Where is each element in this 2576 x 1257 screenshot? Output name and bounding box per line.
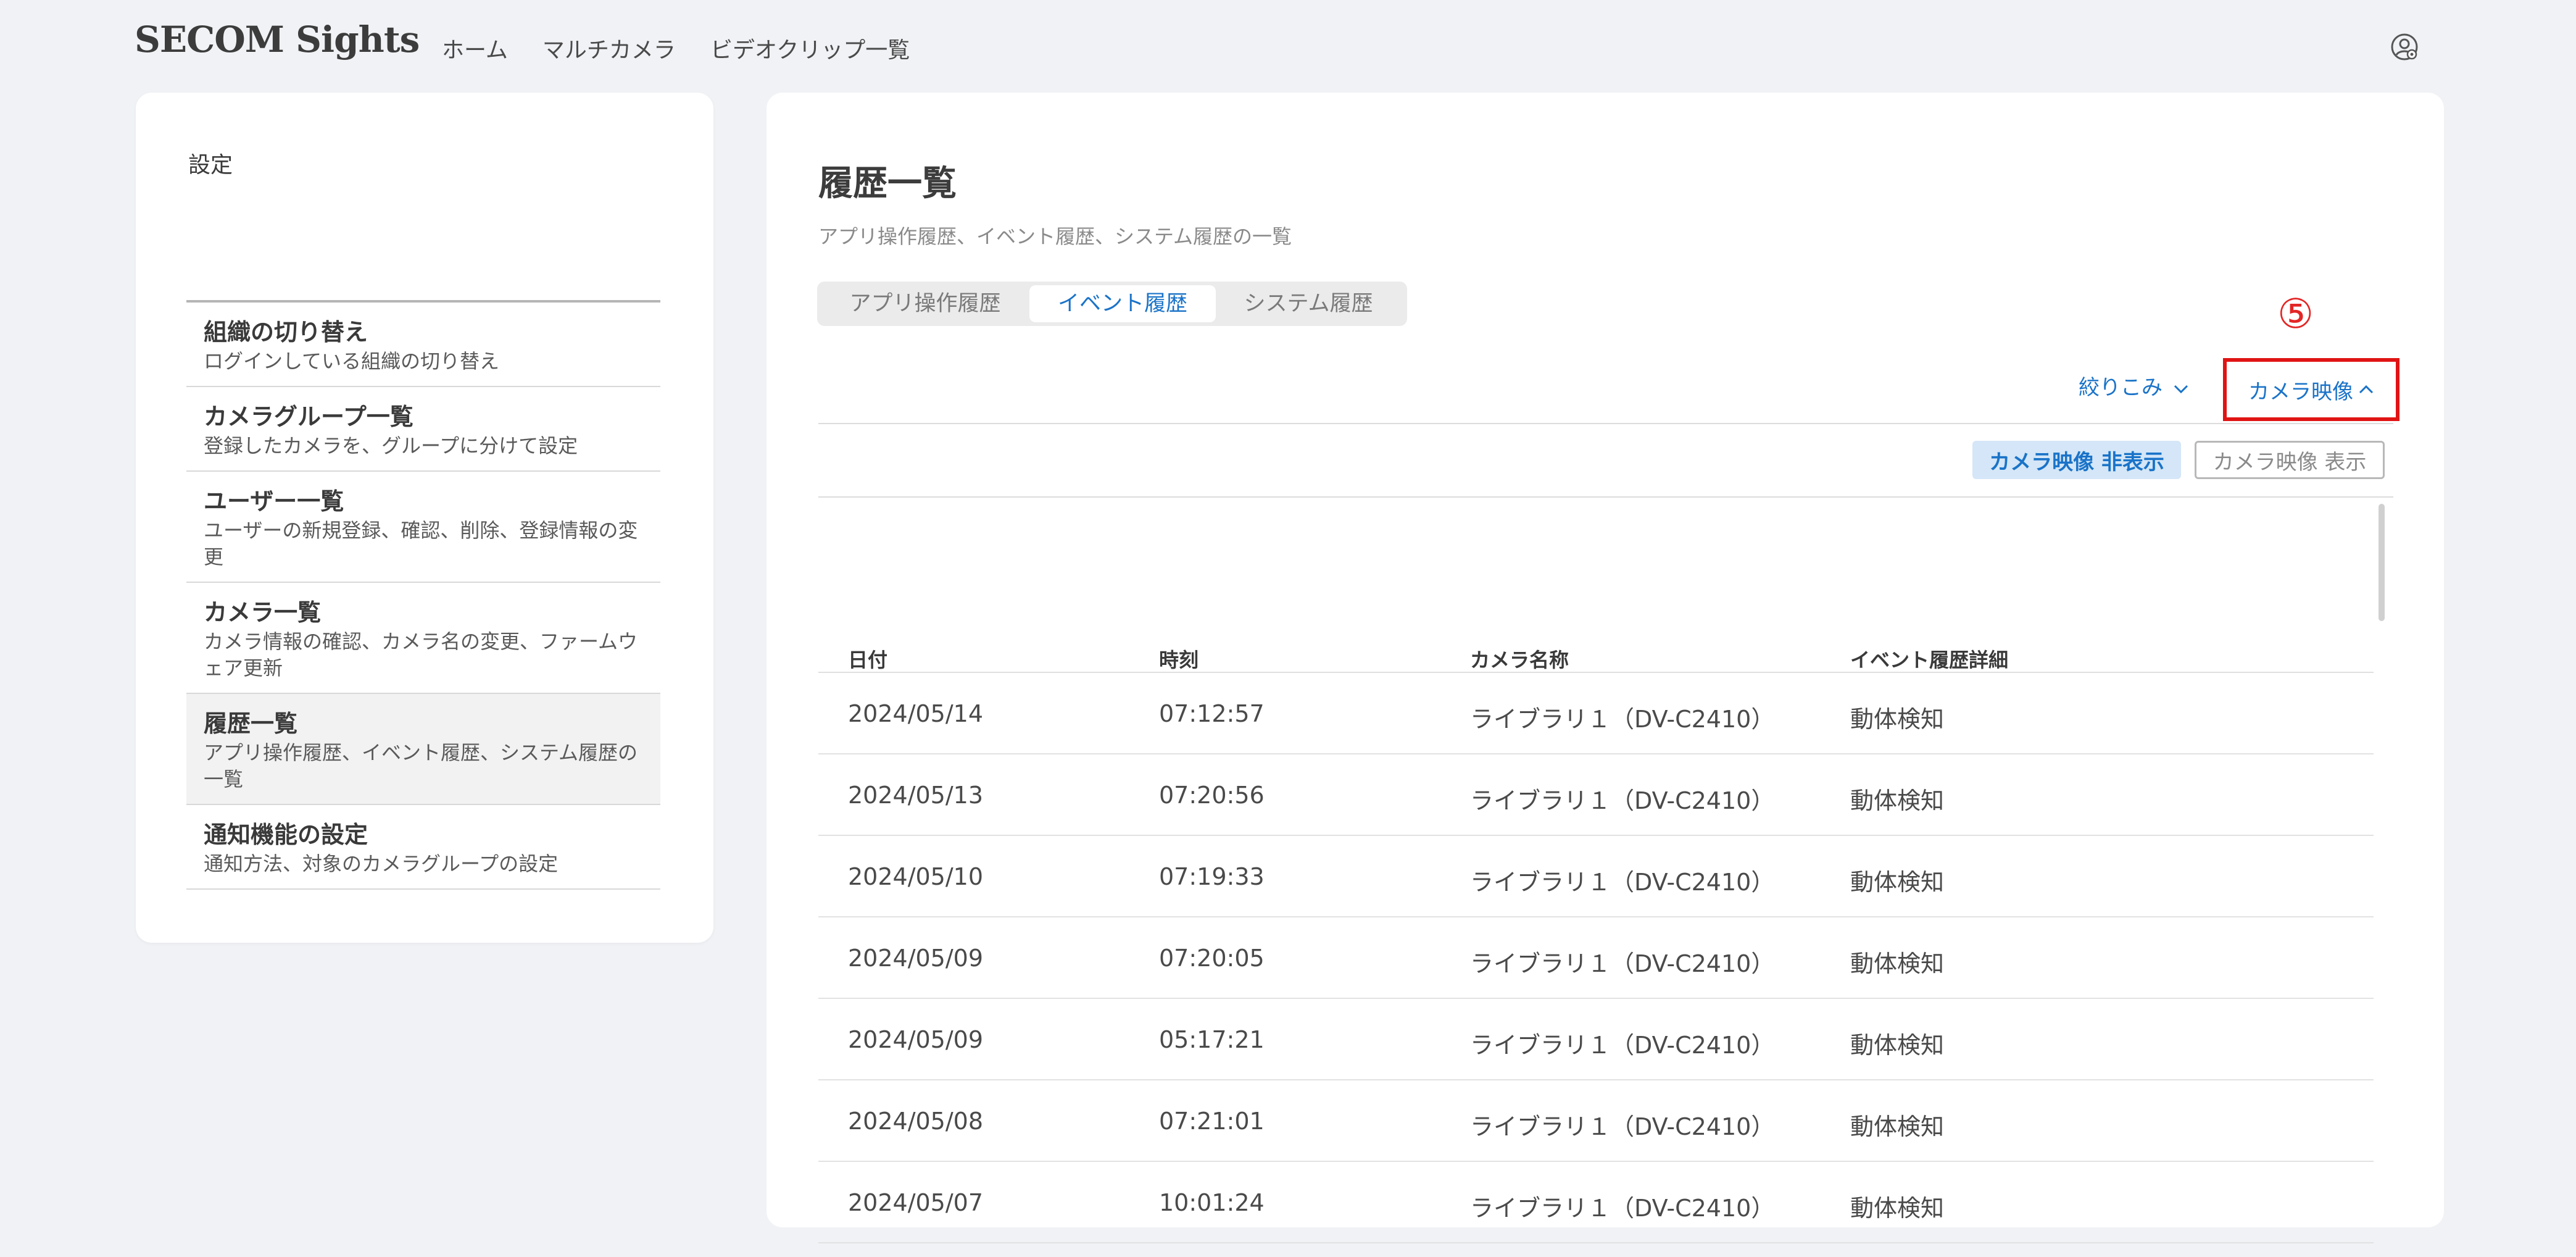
table-row[interactable]: 2024/05/09 05:17:21 ライブラリ１（DV-C2410） 動体検… [818,999,2374,1080]
cell-camera-name: ライブラリ１（DV-C2410） [1470,1032,1775,1059]
column-header-event-detail: イベント履歴詳細 [1850,648,2009,672]
table-header: 日付 時刻 カメラ名称 イベント履歴詳細 [818,636,2374,673]
sidebar-item-cameras[interactable]: カメラ一覧 カメラ情報の確認、カメラ名の変更、ファームウェア更新 [186,583,660,694]
cell-time: 07:12:57 [1159,700,1265,727]
page-subtitle: アプリ操作履歴、イベント履歴、システム履歴の一覧 [818,225,1292,248]
settings-sidebar: 設定 組織の切り替え ログインしている組織の切り替え カメラグループ一覧 登録し… [136,93,713,943]
sidebar-item-notifications[interactable]: 通知機能の設定 通知方法、対象のカメラグループの設定 [186,805,660,890]
sidebar-item-desc: ログインしている組織の切り替え [204,349,500,373]
tab-system-history[interactable]: システム履歴 [1216,285,1401,322]
tab-event-history[interactable]: イベント履歴 [1029,285,1216,322]
table-row[interactable]: 2024/05/08 07:21:01 ライブラリ１（DV-C2410） 動体検… [818,1080,2374,1162]
history-panel: 履歴一覧 アプリ操作履歴、イベント履歴、システム履歴の一覧 アプリ操作履歴 イベ… [767,93,2444,1243]
cell-event-detail: 動体検知 [1850,1195,1945,1222]
cell-date: 2024/05/09 [848,1026,984,1053]
page-title: 履歴一覧 [818,164,957,204]
sidebar-item-title: 組織の切り替え [204,319,368,346]
tab-app-operation-history[interactable]: アプリ操作履歴 [821,285,1029,322]
cell-date: 2024/05/08 [848,1108,984,1135]
sidebar-item-title: 履歴一覧 [204,710,298,737]
cell-time: 07:20:56 [1159,782,1265,809]
cell-camera-name: ライブラリ１（DV-C2410） [1470,706,1775,733]
user-settings-icon[interactable] [2388,31,2420,63]
annotation-number: ⑤ [2277,290,2314,338]
table-row[interactable]: 2024/05/10 07:19:33 ライブラリ１（DV-C2410） 動体検… [818,836,2374,917]
top-bar: SECOM Sights ホーム マルチカメラ ビデオクリップ一覧 [0,0,2576,93]
app-logo[interactable]: SECOM Sights [135,19,420,61]
cell-time: 10:01:24 [1159,1189,1265,1216]
sidebar-item-desc: カメラ情報の確認、カメラ名の変更、ファームウェア更新 [204,630,638,680]
main-nav: ホーム マルチカメラ ビデオクリップ一覧 [442,32,910,64]
table-row[interactable]: 2024/05/09 07:20:05 ライブラリ１（DV-C2410） 動体検… [818,917,2374,999]
cell-time: 07:21:01 [1159,1108,1265,1135]
cell-date: 2024/05/10 [848,863,984,890]
sidebar-item-camera-groups[interactable]: カメラグループ一覧 登録したカメラを、グループに分けて設定 [186,387,660,472]
cell-event-detail: 動体検知 [1850,1032,1945,1059]
sidebar-menu: 組織の切り替え ログインしている組織の切り替え カメラグループ一覧 登録したカメ… [186,300,660,890]
table-row[interactable]: 2024/05/13 07:20:56 ライブラリ１（DV-C2410） 動体検… [818,754,2374,836]
filter-button[interactable]: 絞りこみ [2079,370,2189,401]
camera-view-toggle[interactable]: カメラ映像 [2223,358,2399,421]
table-row[interactable]: 2024/05/14 07:12:57 ライブラリ１（DV-C2410） 動体検… [818,673,2374,754]
sidebar-item-history[interactable]: 履歴一覧 アプリ操作履歴、イベント履歴、システム履歴の一覧 [186,694,660,805]
sidebar-item-desc: アプリ操作履歴、イベント履歴、システム履歴の一覧 [204,741,638,791]
table-row[interactable]: 2024/05/07 10:01:24 ライブラリ１（DV-C2410） 動体検… [818,1162,2374,1243]
cell-date: 2024/05/13 [848,782,984,809]
cell-event-detail: 動体検知 [1850,1113,1945,1140]
chevron-down-icon [2174,385,2188,393]
scroll-thumb[interactable] [2379,504,2385,621]
cell-event-detail: 動体検知 [1850,950,1945,977]
nav-multi-camera[interactable]: マルチカメラ [542,32,676,64]
column-header-time: 時刻 [1159,648,1199,672]
nav-home[interactable]: ホーム [442,32,508,64]
sidebar-item-users[interactable]: ユーザー一覧 ユーザーの新規登録、確認、削除、登録情報の変更 [186,472,660,583]
cell-camera-name: ライブラリ１（DV-C2410） [1470,787,1775,814]
hide-camera-button[interactable]: カメラ映像 非表示 [1972,441,2181,479]
cell-event-detail: 動体検知 [1850,869,1945,896]
sidebar-item-desc: ユーザーの新規登録、確認、削除、登録情報の変更 [204,519,638,569]
cell-camera-name: ライブラリ１（DV-C2410） [1470,1113,1775,1140]
cell-time: 07:19:33 [1159,863,1265,890]
table-body: 2024/05/14 07:12:57 ライブラリ１（DV-C2410） 動体検… [818,673,2374,1243]
show-camera-button[interactable]: カメラ映像 表示 [2195,441,2385,479]
cell-date: 2024/05/07 [848,1189,984,1216]
sidebar-item-organization[interactable]: 組織の切り替え ログインしている組織の切り替え [186,303,660,387]
column-header-date: 日付 [848,648,888,672]
cell-event-detail: 動体検知 [1850,706,1945,733]
nav-video-clips[interactable]: ビデオクリップ一覧 [710,32,910,64]
sidebar-item-title: カメラグループ一覧 [204,403,413,430]
table-scrollbar[interactable] [2379,504,2385,1257]
divider [818,423,2393,424]
cell-camera-name: ライブラリ１（DV-C2410） [1470,1195,1775,1222]
divider [818,496,2393,498]
sidebar-item-desc: 登録したカメラを、グループに分けて設定 [204,434,578,457]
cell-event-detail: 動体検知 [1850,787,1945,814]
cell-time: 05:17:21 [1159,1026,1265,1053]
camera-toggle-label: カメラ映像 [2248,379,2353,404]
filter-label: 絞りこみ [2079,375,2163,400]
sidebar-item-desc: 通知方法、対象のカメラグループの設定 [204,852,559,875]
column-header-camera-name: カメラ名称 [1470,648,1569,672]
sidebar-item-title: 通知機能の設定 [204,821,368,848]
sidebar-item-title: カメラ一覧 [204,599,322,626]
sidebar-title: 設定 [188,152,233,178]
history-tabs: アプリ操作履歴 イベント履歴 システム履歴 [817,282,1407,326]
cell-camera-name: ライブラリ１（DV-C2410） [1470,869,1775,896]
chevron-up-icon [2359,385,2374,394]
sidebar-item-title: ユーザー一覧 [204,488,344,515]
cell-date: 2024/05/09 [848,945,984,972]
cell-date: 2024/05/14 [848,700,984,727]
cell-camera-name: ライブラリ１（DV-C2410） [1470,950,1775,977]
cell-time: 07:20:05 [1159,945,1265,972]
